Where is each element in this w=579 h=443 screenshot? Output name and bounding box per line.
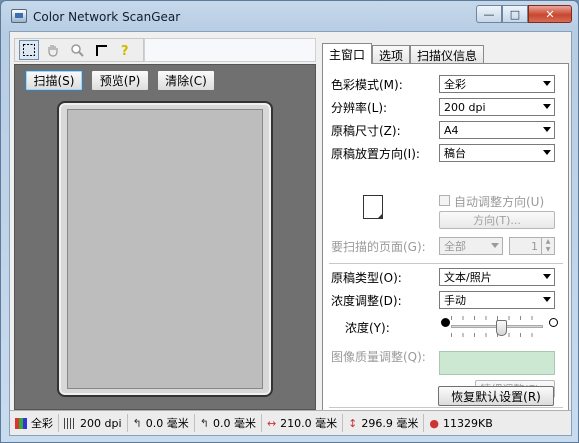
status-size-text: 11329KB xyxy=(443,416,493,430)
original-type-select[interactable]: 文本/照片 xyxy=(439,268,555,286)
chevron-down-icon xyxy=(491,243,499,248)
resolution-select[interactable]: 200 dpi xyxy=(439,98,555,116)
image-quality-preview xyxy=(439,351,555,375)
density-label: 浓度(Y): xyxy=(345,321,390,335)
preview-area[interactable]: 扫描(S) 预览(P) 清除(C) xyxy=(14,64,316,410)
status-height: ↕ 296.9 毫米 xyxy=(343,414,425,432)
pages-spinner[interactable]: 1 ▲ ▼ xyxy=(509,237,555,255)
status-height-text: 296.9 毫米 xyxy=(361,417,419,430)
chevron-down-icon xyxy=(543,297,551,302)
status-color-text: 全彩 xyxy=(31,417,53,430)
status-x-offset: ↰ 0.0 毫米 xyxy=(128,414,195,432)
spinner-arrows-icon[interactable]: ▲ ▼ xyxy=(541,238,554,254)
density-slider-thumb[interactable] xyxy=(496,320,508,336)
original-size-select[interactable]: A4 xyxy=(439,121,555,139)
scanner-platen xyxy=(57,101,273,397)
scangear-window: Color Network ScanGear — □ ✕ ? 扫描(S) 预览(… xyxy=(0,0,579,443)
client-area: ? 扫描(S) 预览(P) 清除(C) 主窗口 选项 扫描仪信息 色彩模式(M)… xyxy=(9,31,572,436)
divider xyxy=(329,407,563,408)
tab-scanner-info[interactable]: 扫描仪信息 xyxy=(410,45,485,64)
hand-icon[interactable] xyxy=(43,40,63,60)
chevron-down-icon xyxy=(543,81,551,86)
main-tab-panel: 色彩模式(M): 全彩 分辨率(L): 200 dpi 原稿尺寸(Z): A4 … xyxy=(322,63,569,411)
orientation-label: 原稿放置方向(I): xyxy=(331,147,420,161)
pages-select[interactable]: 全部 xyxy=(439,237,503,255)
color-mode-label: 色彩模式(M): xyxy=(331,78,403,92)
status-bar: 全彩 200 dpi ↰ 0.0 毫米 ↰ 0.0 毫米 ↔ 210.0 毫米 … xyxy=(10,410,571,435)
status-size: ● 11329KB xyxy=(424,414,497,432)
tab-main[interactable]: 主窗口 xyxy=(322,43,373,64)
chevron-down-icon xyxy=(543,274,551,279)
color-mode-select[interactable]: 全彩 xyxy=(439,75,555,93)
preview-toolbar: ? xyxy=(14,38,144,62)
minimize-button[interactable]: — xyxy=(476,5,502,23)
clear-button[interactable]: 清除(C) xyxy=(157,70,215,91)
auto-orientation-checkbox[interactable] xyxy=(439,195,450,206)
status-width-text: 210.0 毫米 xyxy=(280,417,338,430)
title-bar[interactable]: Color Network ScanGear — □ ✕ xyxy=(1,1,578,31)
zoom-icon[interactable] xyxy=(67,40,87,60)
status-color: 全彩 xyxy=(10,414,59,432)
status-y-offset: ↰ 0.0 毫米 xyxy=(195,414,262,432)
scan-button[interactable]: 扫描(S) xyxy=(25,70,83,91)
color-mode-icon xyxy=(15,417,27,429)
preview-button[interactable]: 预览(P) xyxy=(91,70,149,91)
window-title: Color Network ScanGear xyxy=(33,10,181,24)
original-size-label: 原稿尺寸(Z): xyxy=(331,124,401,138)
status-resolution: 200 dpi xyxy=(59,414,128,432)
orientation-select[interactable]: 稿台 xyxy=(439,144,555,162)
tab-options[interactable]: 选项 xyxy=(372,45,411,64)
chevron-down-icon xyxy=(543,104,551,109)
maximize-button[interactable]: □ xyxy=(502,5,528,23)
auto-orientation-label: 自动调整方向(U) xyxy=(454,195,545,209)
density-adjust-label: 浓度调整(D): xyxy=(331,294,402,308)
scanner-app-icon xyxy=(11,9,27,23)
close-button[interactable]: ✕ xyxy=(528,5,572,23)
image-quality-label: 图像质量调整(Q): xyxy=(331,350,426,364)
light-end-icon xyxy=(549,318,558,327)
status-x-offset-text: 0.0 毫米 xyxy=(145,417,189,430)
crop-icon[interactable] xyxy=(91,40,111,60)
svg-text:?: ? xyxy=(121,44,129,57)
x-offset-icon: ↰ xyxy=(132,416,142,430)
divider xyxy=(329,263,563,264)
file-size-icon: ● xyxy=(429,416,439,430)
density-adjust-select[interactable]: 手动 xyxy=(439,291,555,309)
document-orientation-icon xyxy=(363,195,383,219)
help-icon[interactable]: ? xyxy=(115,40,135,60)
preview-page[interactable] xyxy=(67,109,263,389)
status-y-offset-text: 0.0 毫米 xyxy=(212,417,256,430)
tab-strip: 主窗口 选项 扫描仪信息 xyxy=(322,43,485,64)
width-icon: ↔ xyxy=(266,416,277,430)
chevron-down-icon xyxy=(543,150,551,155)
restore-defaults-button[interactable]: 恢复默认设置(R) xyxy=(438,386,554,406)
direction-button[interactable]: 方向(T)... xyxy=(439,211,555,229)
select-rect-icon[interactable] xyxy=(19,40,39,60)
status-resolution-text: 200 dpi xyxy=(80,416,122,430)
toolbar-spacer xyxy=(144,38,316,62)
y-offset-icon: ↰ xyxy=(199,416,209,430)
chevron-down-icon xyxy=(543,127,551,132)
original-type-label: 原稿类型(O): xyxy=(331,271,402,285)
resolution-icon xyxy=(64,417,76,429)
resolution-label: 分辨率(L): xyxy=(331,101,388,115)
dark-end-icon xyxy=(441,318,450,327)
pages-label: 要扫描的页面(G): xyxy=(331,240,426,254)
height-icon: ↕ xyxy=(348,416,358,430)
status-width: ↔ 210.0 毫米 xyxy=(262,414,344,432)
